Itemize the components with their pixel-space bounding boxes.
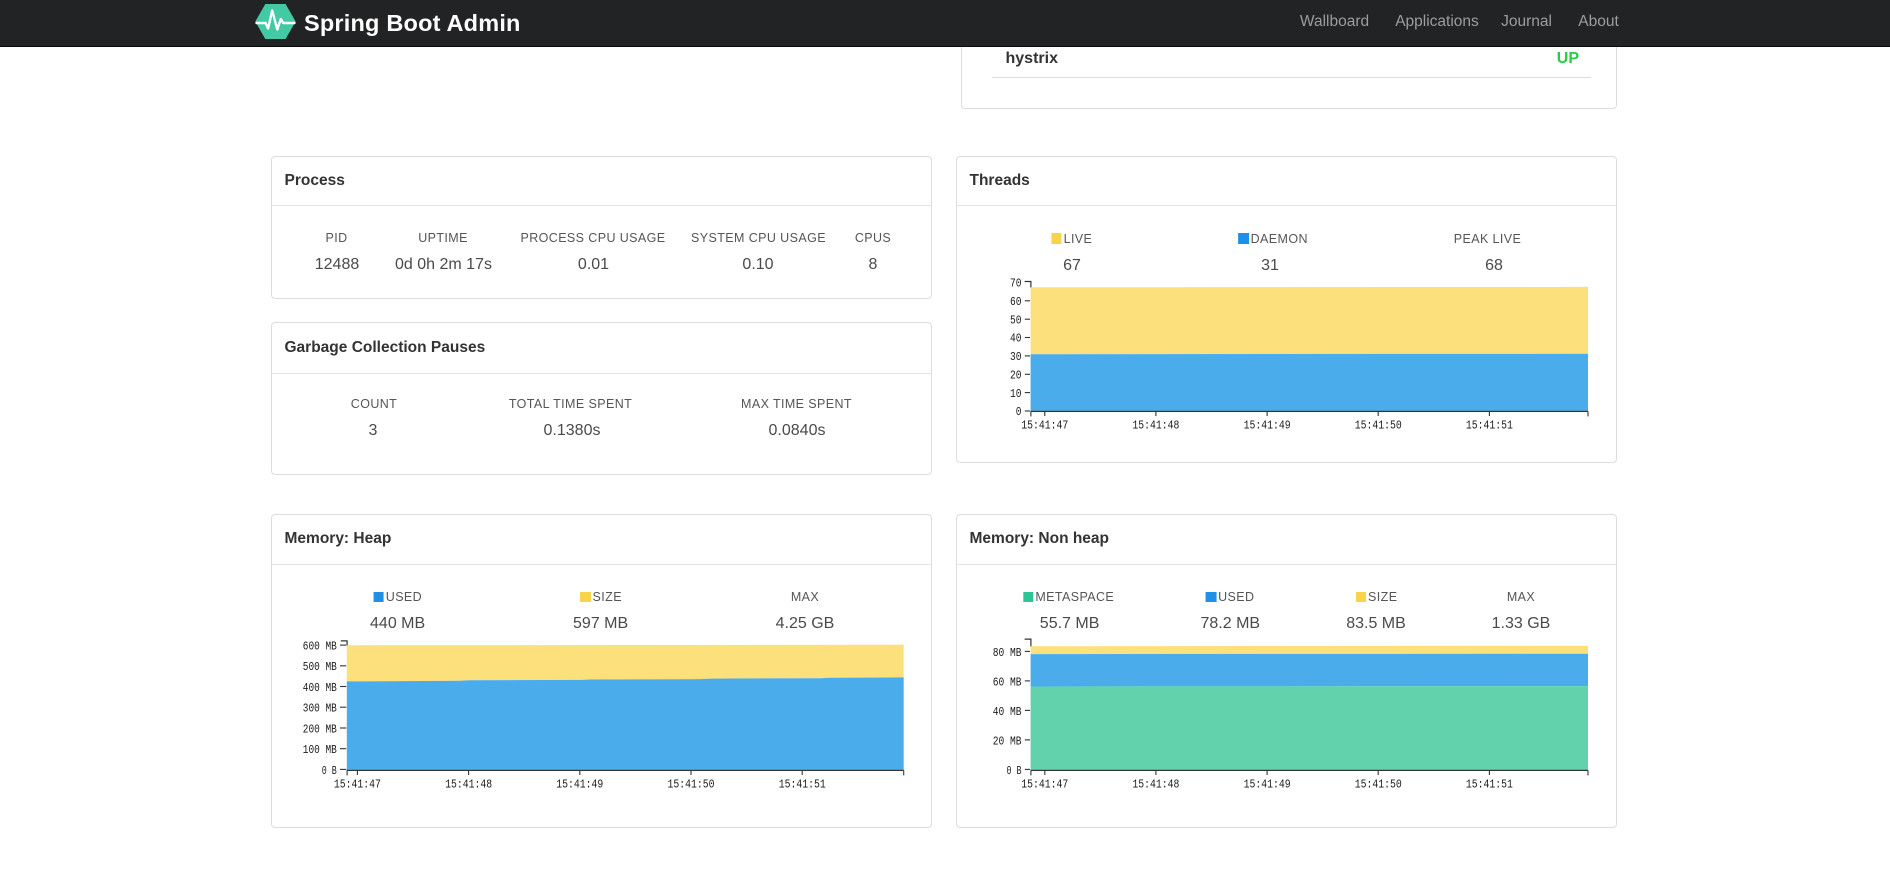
svg-text:15:41:49: 15:41:49 xyxy=(1244,419,1291,433)
svg-text:15:41:50: 15:41:50 xyxy=(1355,419,1402,433)
svg-text:60: 60 xyxy=(1010,295,1022,309)
svg-text:15:41:47: 15:41:47 xyxy=(334,778,381,792)
svg-text:15:41:48: 15:41:48 xyxy=(1132,778,1179,792)
svg-text:300 MB: 300 MB xyxy=(303,702,337,716)
svg-text:0: 0 xyxy=(1016,405,1022,419)
svg-text:15:41:50: 15:41:50 xyxy=(1355,778,1402,792)
svg-text:50: 50 xyxy=(1010,313,1022,327)
svg-text:10: 10 xyxy=(1010,387,1022,401)
svg-text:0 B: 0 B xyxy=(1007,764,1022,778)
svg-text:20 MB: 20 MB xyxy=(993,734,1022,748)
svg-text:20: 20 xyxy=(1010,369,1022,383)
svg-text:15:41:47: 15:41:47 xyxy=(1021,419,1068,433)
svg-text:15:41:47: 15:41:47 xyxy=(1021,778,1068,792)
svg-text:100 MB: 100 MB xyxy=(303,743,337,757)
svg-text:400 MB: 400 MB xyxy=(303,681,337,695)
svg-text:0 B: 0 B xyxy=(322,764,337,778)
svg-text:15:41:51: 15:41:51 xyxy=(1466,419,1513,433)
svg-text:15:41:51: 15:41:51 xyxy=(1466,778,1513,792)
svg-text:15:41:49: 15:41:49 xyxy=(556,778,603,792)
svg-text:15:41:50: 15:41:50 xyxy=(668,778,715,792)
svg-text:80 MB: 80 MB xyxy=(993,646,1022,660)
svg-text:60 MB: 60 MB xyxy=(993,675,1022,689)
svg-text:70: 70 xyxy=(1010,277,1022,291)
svg-text:200 MB: 200 MB xyxy=(303,722,337,736)
svg-text:15:41:49: 15:41:49 xyxy=(1244,778,1291,792)
svg-text:40: 40 xyxy=(1010,332,1022,346)
svg-text:15:41:48: 15:41:48 xyxy=(1132,419,1179,433)
svg-text:40 MB: 40 MB xyxy=(993,705,1022,719)
svg-text:500 MB: 500 MB xyxy=(303,660,337,674)
svg-text:15:41:51: 15:41:51 xyxy=(779,778,826,792)
svg-text:600 MB: 600 MB xyxy=(303,640,337,654)
svg-text:15:41:48: 15:41:48 xyxy=(445,778,492,792)
svg-text:30: 30 xyxy=(1010,350,1022,364)
